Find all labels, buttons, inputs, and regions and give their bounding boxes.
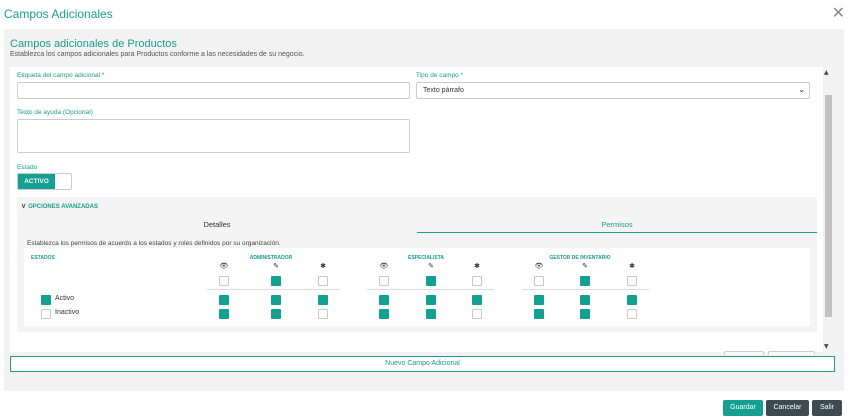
edit-icon: ✎ bbox=[582, 262, 588, 270]
permission-checkbox[interactable] bbox=[318, 309, 328, 319]
group-divider bbox=[522, 289, 649, 290]
eye-icon: 👁 bbox=[379, 262, 389, 270]
scrollbar[interactable]: ▲ ▼ bbox=[823, 67, 834, 352]
permission-checkbox[interactable] bbox=[426, 309, 436, 319]
header-checkbox[interactable] bbox=[426, 276, 436, 286]
permission-checkbox[interactable] bbox=[534, 295, 544, 305]
tab-permissions[interactable]: Permisos bbox=[417, 218, 817, 233]
hidden-button[interactable] bbox=[724, 351, 764, 355]
advanced-options-toggle[interactable]: ∨ OPCIONES AVANZADAS bbox=[21, 202, 98, 210]
header-checkbox[interactable] bbox=[318, 276, 328, 286]
scroll-down-icon[interactable]: ▼ bbox=[824, 343, 829, 350]
label-field-input[interactable] bbox=[17, 82, 410, 99]
state-label: Activo bbox=[55, 295, 75, 302]
permission-checkbox[interactable] bbox=[219, 309, 229, 319]
permission-checkbox[interactable] bbox=[379, 295, 389, 305]
group-divider bbox=[367, 289, 494, 290]
hidden-button[interactable] bbox=[768, 351, 815, 355]
modal-title: Campos Adicionales bbox=[4, 7, 113, 21]
advanced-options: ∨ OPCIONES AVANZADAS Detalles Permisos E… bbox=[17, 197, 817, 332]
permission-checkbox[interactable] bbox=[627, 295, 637, 305]
scroll-up-icon[interactable]: ▲ bbox=[824, 69, 829, 76]
header-checkbox[interactable] bbox=[580, 276, 590, 286]
advanced-options-heading: OPCIONES AVANZADAS bbox=[28, 204, 98, 210]
header-checkbox[interactable] bbox=[379, 276, 389, 286]
close-icon[interactable]: ✕ bbox=[832, 3, 845, 22]
permission-checkbox[interactable] bbox=[472, 295, 482, 305]
status-label: Estado bbox=[17, 164, 38, 171]
permission-checkbox[interactable] bbox=[271, 309, 281, 319]
tab-details[interactable]: Detalles bbox=[17, 218, 417, 233]
edit-icon: ✎ bbox=[428, 262, 434, 270]
status-toggle[interactable]: ACTIVO bbox=[17, 173, 72, 190]
state-checkbox[interactable] bbox=[41, 295, 51, 305]
states-header: ESTADOS bbox=[31, 255, 55, 261]
permission-checkbox[interactable] bbox=[627, 309, 637, 319]
asterisk-icon: ✱ bbox=[629, 262, 635, 270]
asterisk-icon: ✱ bbox=[474, 262, 480, 270]
help-text-textarea[interactable] bbox=[17, 119, 410, 153]
permission-checkbox[interactable] bbox=[379, 309, 389, 319]
role-header: GESTOR DE INVENTARIO bbox=[549, 255, 611, 261]
type-field-label: Tipo de campo * bbox=[416, 72, 464, 79]
edit-icon: ✎ bbox=[273, 262, 279, 270]
help-text-label: Texto de ayuda (Opcional) bbox=[17, 109, 93, 116]
new-field-button[interactable]: Nuevo Campo Adicional bbox=[10, 356, 835, 372]
page-title: Campos adicionales de Productos bbox=[10, 38, 177, 50]
header-checkbox[interactable] bbox=[219, 276, 229, 286]
role-header: ESPECIALISTA bbox=[407, 255, 445, 261]
exit-button[interactable]: Salir bbox=[812, 400, 842, 416]
scrollbar-thumb[interactable] bbox=[825, 95, 832, 317]
permission-checkbox[interactable] bbox=[472, 309, 482, 319]
header-checkbox[interactable] bbox=[627, 276, 637, 286]
save-button[interactable]: Guardar bbox=[723, 400, 763, 416]
form-area: Etiqueta del campo adicional * Tipo de c… bbox=[10, 67, 823, 352]
cancel-button[interactable]: Cancelar bbox=[766, 400, 809, 416]
type-select-value: Texto párrafo bbox=[423, 87, 464, 94]
permission-checkbox[interactable] bbox=[580, 295, 590, 305]
chevron-down-icon: ⌄ bbox=[798, 85, 805, 94]
header-checkbox[interactable] bbox=[472, 276, 482, 286]
group-divider bbox=[207, 289, 340, 290]
state-label: Inactivo bbox=[55, 309, 80, 316]
permissions-description: Establezca los permisos de acuerdo a los… bbox=[27, 240, 281, 247]
header-checkbox[interactable] bbox=[271, 276, 281, 286]
type-select[interactable]: Texto párrafo ⌄ bbox=[416, 82, 810, 99]
asterisk-icon: ✱ bbox=[320, 262, 326, 270]
permission-checkbox[interactable] bbox=[534, 309, 544, 319]
page-subtitle: Establezca los campos adicionales para P… bbox=[10, 51, 305, 58]
status-toggle-on: ACTIVO bbox=[18, 174, 55, 189]
state-checkbox[interactable] bbox=[41, 309, 51, 319]
modal-dialog: Campos Adicionales ✕ Campos adicionales … bbox=[0, 0, 850, 418]
permission-checkbox[interactable] bbox=[580, 309, 590, 319]
label-field-label: Etiqueta del campo adicional * bbox=[17, 72, 105, 79]
eye-icon: 👁 bbox=[534, 262, 544, 270]
permission-checkbox[interactable] bbox=[219, 295, 229, 305]
role-header: ADMINISTRADOR bbox=[249, 255, 293, 261]
permission-checkbox[interactable] bbox=[426, 295, 436, 305]
permission-checkbox[interactable] bbox=[318, 295, 328, 305]
eye-icon: 👁 bbox=[219, 262, 229, 270]
permissions-table: ESTADOS ADMINISTRADOR 👁 ✎ ✱ ESPECIALISTA 👁 ✎ ✱ G… bbox=[24, 248, 810, 326]
permission-checkbox[interactable] bbox=[271, 295, 281, 305]
header-checkbox[interactable] bbox=[534, 276, 544, 286]
